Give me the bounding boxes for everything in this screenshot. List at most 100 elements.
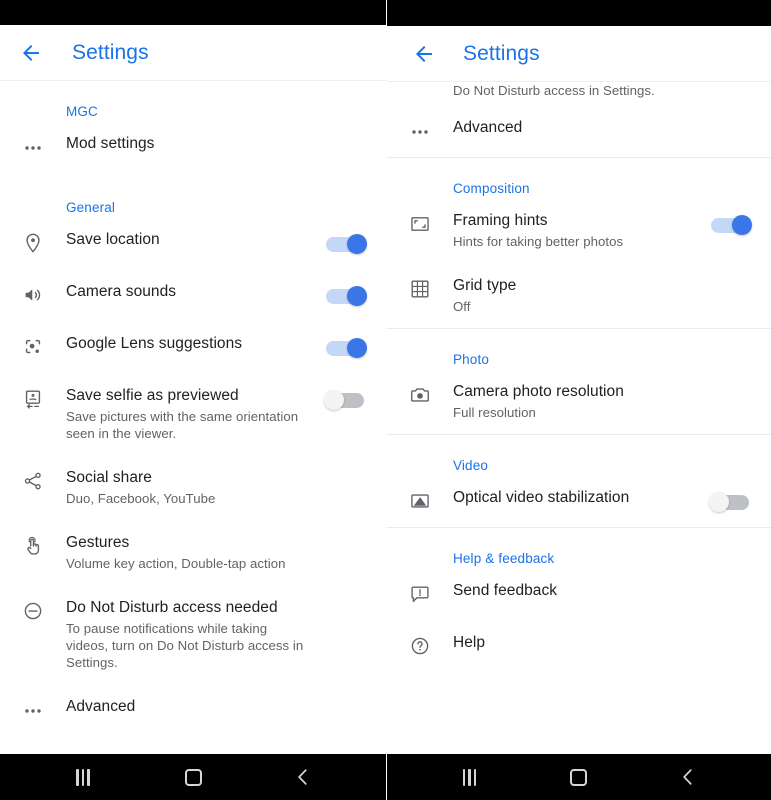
- setting-subtitle: To pause notifications while taking vide…: [66, 621, 304, 670]
- back-button[interactable]: [407, 37, 441, 71]
- app-bar-left: Settings: [0, 25, 386, 81]
- navigation-bar-left: [0, 754, 386, 800]
- setting-row-grid-type[interactable]: Grid type Off: [387, 263, 771, 328]
- setting-title: Mod settings: [66, 135, 155, 152]
- toggle-save-location[interactable]: [324, 234, 370, 254]
- row-control: [314, 230, 370, 254]
- settings-list-right[interactable]: Do Not Disturb access in Settings. Advan…: [387, 82, 771, 754]
- row-text: Send feedback: [453, 581, 699, 601]
- row-text: Framing hints Hints for taking better ph…: [453, 211, 699, 250]
- right-screen: Settings Do Not Disturb access in Settin…: [386, 0, 771, 800]
- recents-button[interactable]: [56, 754, 110, 800]
- setting-title: Send feedback: [453, 582, 558, 599]
- row-control: [314, 697, 370, 701]
- toggle-google-lens-suggestions[interactable]: [324, 338, 370, 358]
- row-text: Optical video stabilization: [453, 488, 699, 508]
- toggle-thumb: [347, 234, 367, 254]
- recents-icon: [76, 768, 90, 786]
- section-header-general: General: [66, 200, 116, 215]
- setting-subtitle: Save pictures with the same orientation …: [66, 409, 299, 441]
- setting-row-google-lens-suggestions[interactable]: Google Lens suggestions: [0, 321, 386, 373]
- setting-row-social-share[interactable]: Social share Duo, Facebook, YouTube: [0, 455, 386, 520]
- more-horiz-icon: [0, 134, 66, 160]
- recents-button[interactable]: [443, 754, 497, 800]
- row-control: [699, 382, 755, 386]
- row-text: Google Lens suggestions: [66, 334, 314, 354]
- toggle-thumb: [324, 390, 344, 410]
- setting-row-do-not-disturb-access-needed[interactable]: Do Not Disturb access needed To pause no…: [0, 585, 386, 684]
- row-text: Mod settings: [66, 134, 314, 154]
- arrow-left-icon: [416, 45, 432, 62]
- back-icon: [683, 769, 692, 785]
- row-control: [314, 282, 370, 306]
- row-control: [314, 533, 370, 537]
- toggle-thumb: [709, 492, 729, 512]
- setting-subtitle: Hints for taking better photos: [453, 234, 624, 249]
- toggle-optical-video-stabilization[interactable]: [709, 492, 755, 512]
- setting-title: Framing hints: [453, 212, 548, 229]
- row-text: Save location: [66, 230, 314, 250]
- section-header-composition: Composition: [453, 181, 530, 196]
- setting-row-save-selfie-as-previewed[interactable]: Save selfie as previewed Save pictures w…: [0, 373, 386, 455]
- setting-subtitle: Full resolution: [453, 405, 536, 420]
- row-control: [314, 386, 370, 410]
- arrow-left-icon: [23, 44, 39, 61]
- row-text: Do Not Disturb access needed To pause no…: [66, 598, 314, 671]
- setting-row-camera-sounds[interactable]: Camera sounds: [0, 269, 386, 321]
- truncated-subtitle-text: Do Not Disturb access in Settings.: [453, 83, 655, 98]
- page-title: Settings: [72, 40, 149, 64]
- setting-title: Camera photo resolution: [453, 383, 624, 400]
- home-button[interactable]: [552, 754, 606, 800]
- setting-title: Advanced: [453, 119, 523, 136]
- left-screen: Settings MGC Mod settings General Save l…: [0, 0, 386, 800]
- row-text: Help: [453, 633, 699, 653]
- settings-list-left[interactable]: MGC Mod settings General Save location C…: [0, 81, 386, 754]
- setting-row-gestures[interactable]: Gestures Volume key action, Double-tap a…: [0, 520, 386, 585]
- toggle-camera-sounds[interactable]: [324, 286, 370, 306]
- setting-row-camera-photo-resolution[interactable]: Camera photo resolution Full resolution: [387, 369, 771, 434]
- setting-title: Gestures: [66, 534, 130, 551]
- row-text: Advanced: [453, 118, 699, 138]
- toggle-save-selfie-as-previewed[interactable]: [324, 390, 370, 410]
- setting-row-mod-settings[interactable]: Mod settings: [0, 121, 386, 173]
- navigation-bar-right: [387, 754, 771, 800]
- setting-subtitle: Duo, Facebook, YouTube: [66, 491, 216, 506]
- back-nav-button[interactable]: [661, 754, 715, 800]
- row-text: Camera photo resolution Full resolution: [453, 382, 699, 421]
- setting-row-send-feedback[interactable]: Send feedback: [387, 568, 771, 620]
- setting-subtitle: Off: [453, 299, 471, 314]
- google-lens-icon: [0, 334, 66, 358]
- status-bar-left: [0, 0, 386, 25]
- row-control: [699, 118, 755, 122]
- home-button[interactable]: [166, 754, 220, 800]
- setting-row-advanced[interactable]: Advanced: [0, 684, 386, 736]
- setting-row-help[interactable]: Help: [387, 620, 771, 672]
- back-icon: [298, 769, 307, 785]
- do-not-disturb-icon: [0, 598, 66, 622]
- gesture-tap-icon: [0, 533, 66, 557]
- setting-row-advanced[interactable]: Advanced: [387, 100, 771, 157]
- row-control: [699, 581, 755, 585]
- back-button[interactable]: [14, 36, 48, 70]
- setting-title: Save selfie as previewed: [66, 387, 239, 404]
- feedback-icon: [387, 581, 453, 605]
- selfie-flip-icon: [0, 386, 66, 410]
- setting-title: Do Not Disturb access needed: [66, 599, 278, 616]
- back-nav-button[interactable]: [276, 754, 330, 800]
- grid-icon: [387, 276, 453, 300]
- section-header-video: Video: [453, 458, 489, 473]
- row-control: [314, 468, 370, 472]
- setting-title: Camera sounds: [66, 283, 177, 300]
- toggle-thumb: [347, 286, 367, 306]
- row-control: [314, 134, 370, 138]
- share-icon: [0, 468, 66, 492]
- setting-subtitle: Volume key action, Double-tap action: [66, 556, 286, 571]
- setting-row-save-location[interactable]: Save location: [0, 217, 386, 269]
- location-pin-icon: [0, 230, 66, 254]
- home-icon: [184, 768, 202, 786]
- setting-row-optical-video-stabilization[interactable]: Optical video stabilization: [387, 475, 771, 527]
- row-text: Save selfie as previewed Save pictures w…: [66, 386, 314, 442]
- help-icon: [387, 633, 453, 657]
- setting-row-framing-hints[interactable]: Framing hints Hints for taking better ph…: [387, 198, 771, 263]
- toggle-framing-hints[interactable]: [709, 215, 755, 235]
